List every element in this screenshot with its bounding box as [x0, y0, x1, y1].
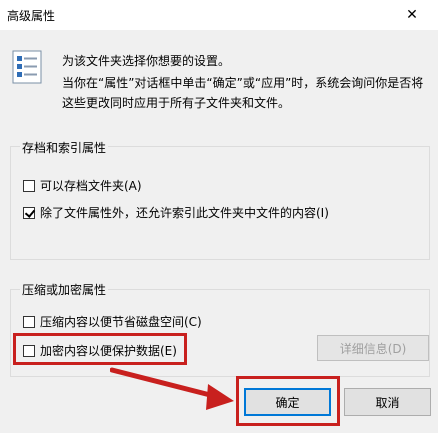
- index-checkbox-label: 除了文件属性外，还允许索引此文件夹中文件的内容(I): [40, 206, 329, 220]
- title-bar: 高级属性 ✕: [0, 0, 438, 30]
- archive-checkbox-label: 可以存档文件夹(A): [40, 179, 142, 193]
- index-checkbox-row[interactable]: 除了文件属性外，还允许索引此文件夹中文件的内容(I): [23, 204, 329, 221]
- index-checkbox[interactable]: [23, 206, 35, 219]
- folder-settings-icon: [12, 50, 42, 84]
- compress-checkbox-label: 压缩内容以便节省磁盘空间(C): [40, 315, 202, 329]
- archive-checkbox[interactable]: [23, 179, 35, 192]
- encrypt-highlight-box: [13, 333, 187, 365]
- description-line-2: 当你在“属性”对话框中单击“确定”或“应用”时，系统会询问你是否将这些更改同时应…: [62, 76, 424, 110]
- details-button[interactable]: 详细信息(D): [317, 335, 429, 361]
- description-line-1: 为该文件夹选择你想要的设置。: [62, 54, 231, 68]
- close-button[interactable]: ✕: [392, 0, 432, 30]
- archive-checkbox-row[interactable]: 可以存档文件夹(A): [23, 177, 142, 194]
- compress-group-label: 压缩或加密属性: [20, 281, 109, 298]
- cancel-button-label: 取消: [375, 395, 400, 410]
- details-button-label: 详细信息(D): [339, 341, 407, 356]
- compress-checkbox-row[interactable]: 压缩内容以便节省磁盘空间(C): [23, 313, 202, 330]
- cancel-button[interactable]: 取消: [344, 388, 431, 416]
- close-icon: ✕: [406, 7, 418, 23]
- ok-button[interactable]: 确定: [244, 388, 331, 416]
- archive-group-label: 存档和索引属性: [20, 139, 109, 156]
- ok-button-label: 确定: [275, 395, 300, 410]
- pointer-arrow-icon: [110, 367, 234, 410]
- compress-checkbox[interactable]: [23, 315, 35, 328]
- window-title: 高级属性: [7, 9, 56, 23]
- archive-group-box: [10, 146, 430, 260]
